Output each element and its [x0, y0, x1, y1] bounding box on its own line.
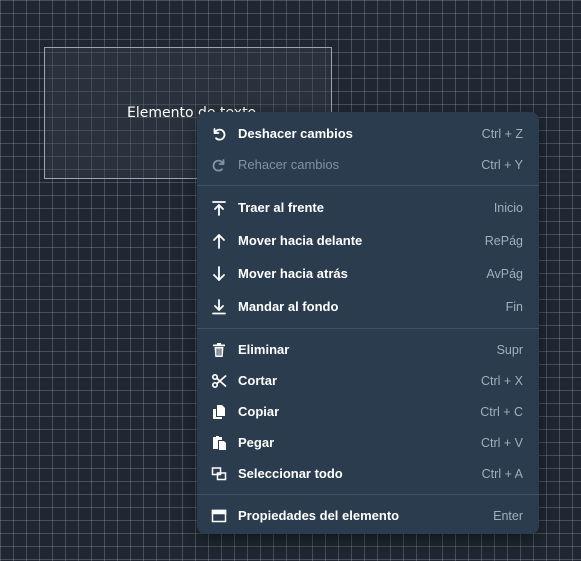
menu-item-label: Seleccionar todo: [238, 466, 343, 481]
menu-item-label: Traer al frente: [238, 200, 324, 215]
menu-item-shortcut: Ctrl + A: [481, 466, 523, 481]
menu-item-label: Rehacer cambios: [238, 157, 340, 172]
menu-item-shortcut: Fin: [505, 299, 523, 314]
menu-item-shortcut: Inicio: [493, 200, 523, 215]
menu-separator: [197, 494, 539, 495]
arrow-up-icon: [211, 233, 227, 249]
menu-item-label: Propiedades del elemento: [238, 508, 400, 523]
menu-item-move-backward[interactable]: Mover hacia atrás AvPág: [197, 257, 539, 290]
menu-item-send-to-back[interactable]: Mandar al fondo Fin: [197, 290, 539, 323]
menu-item-label: Mandar al fondo: [238, 299, 339, 314]
menu-item-shortcut: Ctrl + X: [480, 373, 523, 388]
window-properties-icon: [211, 508, 227, 524]
send-to-back-icon: [211, 298, 227, 315]
menu-separator: [197, 185, 539, 186]
menu-item-label: Mover hacia atrás: [238, 266, 348, 281]
paste-icon: [211, 435, 227, 451]
context-menu: Deshacer cambios Ctrl + Z Rehacer cambio…: [197, 112, 539, 534]
menu-item-move-forward[interactable]: Mover hacia delante RePág: [197, 224, 539, 257]
redo-icon: [211, 157, 227, 173]
undo-icon: [211, 126, 227, 142]
menu-item-label: Eliminar: [238, 342, 290, 357]
scissors-icon: [211, 373, 227, 389]
menu-item-paste[interactable]: Pegar Ctrl + V: [197, 427, 539, 458]
menu-separator: [197, 328, 539, 329]
bring-to-front-icon: [211, 200, 227, 216]
menu-item-shortcut: Ctrl + Y: [481, 157, 523, 172]
menu-item-label: Cortar: [238, 373, 278, 388]
menu-item-undo[interactable]: Deshacer cambios Ctrl + Z: [197, 118, 539, 149]
copy-icon: [211, 404, 227, 420]
menu-item-cut[interactable]: Cortar Ctrl + X: [197, 365, 539, 396]
menu-item-label: Pegar: [238, 435, 275, 450]
menu-item-select-all[interactable]: Seleccionar todo Ctrl + A: [197, 458, 539, 489]
menu-item-shortcut: Ctrl + V: [480, 435, 523, 450]
menu-item-shortcut: RePág: [484, 233, 523, 248]
menu-item-shortcut: Ctrl + Z: [481, 126, 523, 141]
menu-item-shortcut: Ctrl + C: [480, 404, 523, 419]
arrow-down-icon: [211, 265, 227, 282]
menu-item-shortcut: AvPág: [486, 266, 523, 281]
menu-item-label: Deshacer cambios: [238, 126, 353, 141]
menu-item-shortcut: Supr: [496, 342, 523, 357]
menu-item-label: Copiar: [238, 404, 280, 419]
menu-item-copy[interactable]: Copiar Ctrl + C: [197, 396, 539, 427]
menu-item-label: Mover hacia delante: [238, 233, 363, 248]
menu-item-properties[interactable]: Propiedades del elemento Enter: [197, 500, 539, 531]
menu-item-bring-to-front[interactable]: Traer al frente Inicio: [197, 191, 539, 224]
select-all-icon: [211, 466, 227, 482]
menu-item-delete[interactable]: Eliminar Supr: [197, 334, 539, 365]
menu-item-shortcut: Enter: [493, 508, 523, 523]
menu-item-redo[interactable]: Rehacer cambios Ctrl + Y: [197, 149, 539, 180]
trash-icon: [211, 342, 227, 358]
